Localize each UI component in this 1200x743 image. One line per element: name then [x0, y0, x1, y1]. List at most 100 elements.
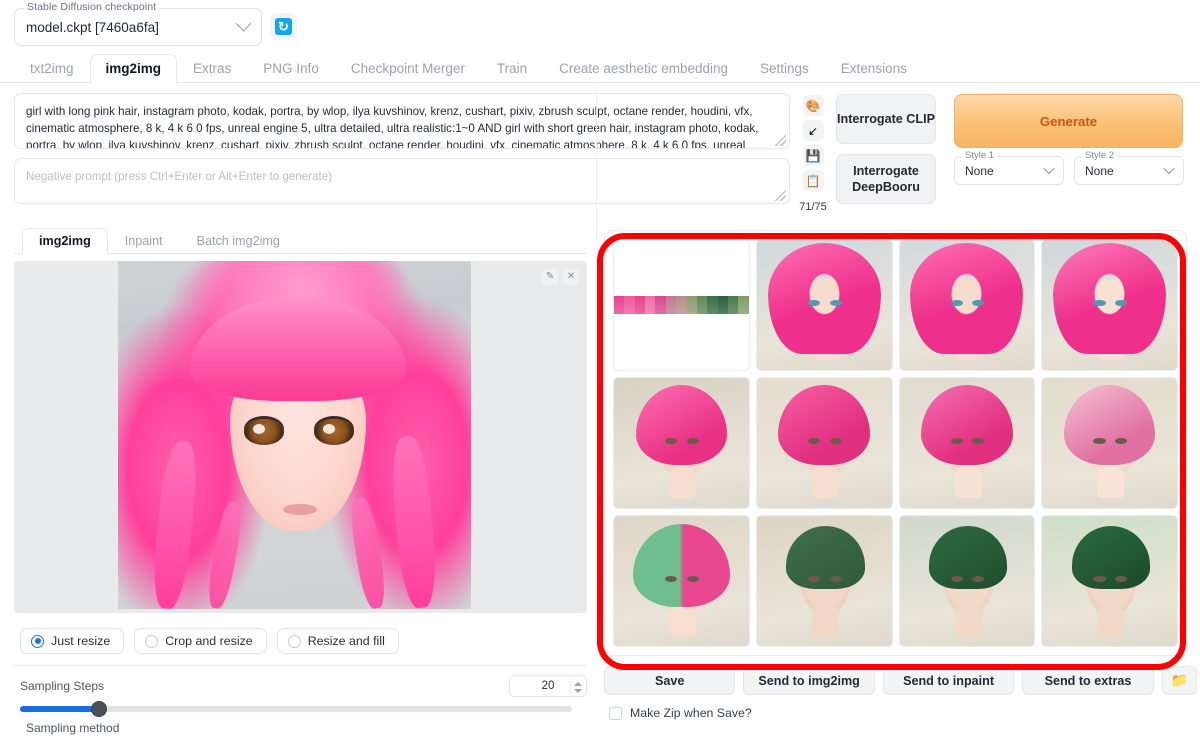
generate-column: Generate Style 1 None Style 2 None	[944, 93, 1184, 213]
gallery-buttons: Save Send to img2img Send to inpaint Sen…	[604, 666, 1197, 695]
tab-txt2img[interactable]: txt2img	[14, 54, 90, 83]
thumbnail-art	[900, 378, 1035, 508]
sampling-steps-number-input[interactable]: 20	[509, 675, 587, 697]
radio-icon	[288, 635, 301, 648]
result-thumbnail[interactable]	[756, 239, 893, 371]
source-image	[118, 261, 471, 609]
thumbnail-art	[900, 516, 1035, 646]
result-thumbnail[interactable]	[756, 515, 893, 647]
radio-icon	[31, 635, 44, 648]
resize-grip-icon[interactable]	[775, 190, 786, 201]
thumbnail-eye	[1093, 438, 1105, 445]
thumbnail-art	[1042, 516, 1177, 646]
checkpoint-dropdown[interactable]: Stable Diffusion checkpoint model.ckpt […	[14, 8, 262, 46]
tab-extras[interactable]: Extras	[177, 54, 247, 83]
filmstrip-frame	[697, 296, 707, 314]
thumbnail-eye	[830, 438, 842, 445]
filmstrip-frame	[655, 296, 665, 314]
filmstrip-preview	[614, 296, 749, 314]
result-thumbnail[interactable]	[613, 515, 750, 647]
prompt-column: girl with long pink hair, instagram phot…	[14, 93, 790, 213]
chevron-down-icon	[1043, 163, 1054, 174]
send-to-img2img-button[interactable]: Send to img2img	[743, 666, 874, 695]
result-thumbnail[interactable]	[613, 377, 750, 509]
tab-extensions[interactable]: Extensions	[825, 54, 923, 83]
tab-create-aesthetic-embedding[interactable]: Create aesthetic embedding	[543, 54, 744, 83]
thumbnail-eye	[1093, 300, 1105, 307]
resize-mode-resize-and-fill[interactable]: Resize and fill	[277, 628, 399, 654]
tab-settings[interactable]: Settings	[744, 54, 825, 83]
prompt-input[interactable]: girl with long pink hair, instagram phot…	[14, 93, 790, 149]
resize-mode-label: Just resize	[51, 634, 110, 648]
sampling-steps-value: 20	[542, 680, 555, 692]
vertical-divider	[596, 86, 597, 241]
refresh-checkpoints-button[interactable]	[270, 13, 297, 40]
thumbnail-neck	[1097, 469, 1124, 498]
interrogate-deepbooru-button[interactable]: Interrogate DeepBooru	[836, 154, 936, 204]
make-zip-label: Make Zip when Save?	[630, 706, 752, 720]
subtab-batch-img2img[interactable]: Batch img2img	[180, 228, 297, 254]
result-thumbnail[interactable]	[1041, 377, 1178, 509]
filmstrip-frame	[738, 296, 748, 314]
filmstrip-frame	[687, 296, 697, 314]
checkpoint-bar: Stable Diffusion checkpoint model.ckpt […	[0, 0, 1200, 46]
result-thumbnail[interactable]	[756, 377, 893, 509]
chevron-down-icon	[1163, 163, 1174, 174]
paste-icon[interactable]: 📋	[803, 170, 824, 191]
slider-fill	[20, 706, 98, 712]
prompt-icon-column: 🎨 ↙ 💾 📋 71/75	[798, 93, 828, 213]
style-1-dropdown[interactable]: Style 1 None	[954, 156, 1064, 185]
sampling-steps-label: Sampling Steps	[20, 679, 110, 693]
tab-checkpoint-merger[interactable]: Checkpoint Merger	[335, 54, 481, 83]
result-thumbnail[interactable]	[1041, 239, 1178, 371]
thumbnail-neck	[669, 469, 696, 498]
save-style-icon[interactable]: 💾	[803, 145, 824, 166]
apply-style-icon[interactable]: ↙	[803, 120, 824, 141]
thumbnail-neck	[669, 607, 696, 636]
make-zip-checkbox[interactable]	[609, 707, 622, 720]
style-2-dropdown[interactable]: Style 2 None	[1074, 156, 1184, 185]
thumbnail-neck	[955, 469, 982, 498]
resize-mode-crop-and-resize[interactable]: Crop and resize	[134, 628, 266, 654]
sampling-steps-slider[interactable]	[20, 706, 572, 712]
tab-img2img[interactable]: img2img	[90, 54, 178, 83]
resize-grip-icon[interactable]	[775, 135, 786, 146]
result-thumbnail[interactable]	[899, 377, 1036, 509]
radio-icon	[145, 635, 158, 648]
palette-icon[interactable]: 🎨	[803, 95, 824, 116]
save-button[interactable]: Save	[604, 666, 735, 695]
result-thumbnail[interactable]	[1041, 515, 1178, 647]
filmstrip-frame	[718, 296, 728, 314]
prompt-text: girl with long pink hair, instagram phot…	[26, 105, 758, 149]
generate-button[interactable]: Generate	[954, 94, 1183, 148]
filmstrip-frame	[645, 296, 655, 314]
edit-image-icon[interactable]: ✎	[542, 269, 558, 285]
result-thumbnail[interactable]	[899, 515, 1036, 647]
source-image-canvas[interactable]: ✎ ✕	[14, 261, 587, 613]
open-folder-icon[interactable]: 📁	[1162, 666, 1197, 695]
interrogate-clip-button[interactable]: Interrogate CLIP	[836, 94, 936, 144]
thumbnail-art	[614, 378, 749, 508]
result-thumbnail[interactable]	[899, 239, 1036, 371]
subtab-inpaint[interactable]: Inpaint	[108, 228, 180, 254]
checkpoint-label: Stable Diffusion checkpoint	[24, 1, 159, 13]
resize-mode-just-resize[interactable]: Just resize	[20, 628, 124, 654]
close-image-icon[interactable]: ✕	[563, 269, 579, 285]
prompt-zone: girl with long pink hair, instagram phot…	[0, 83, 1200, 213]
grid-sheet-thumbnail[interactable]	[613, 239, 750, 371]
negative-prompt-input[interactable]: Negative prompt (press Ctrl+Enter or Alt…	[14, 158, 790, 204]
send-to-extras-button[interactable]: Send to extras	[1022, 666, 1153, 695]
tab-train[interactable]: Train	[481, 54, 543, 83]
sampling-steps-stepper[interactable]	[570, 679, 582, 695]
webui-root: Stable Diffusion checkpoint model.ckpt […	[0, 0, 1200, 743]
slider-handle[interactable]	[91, 701, 107, 717]
thumbnail-neck	[1097, 607, 1124, 636]
filmstrip-frame	[624, 296, 634, 314]
subtab-img2img[interactable]: img2img	[22, 228, 108, 254]
tab-png-info[interactable]: PNG Info	[247, 54, 335, 83]
thumbnail-art	[757, 240, 892, 370]
send-to-inpaint-button[interactable]: Send to inpaint	[883, 666, 1014, 695]
style-1-label: Style 1	[962, 150, 997, 161]
styles-row: Style 1 None Style 2 None	[954, 156, 1184, 185]
results-right-panel: Save Send to img2img Send to inpaint Sen…	[597, 225, 1197, 735]
